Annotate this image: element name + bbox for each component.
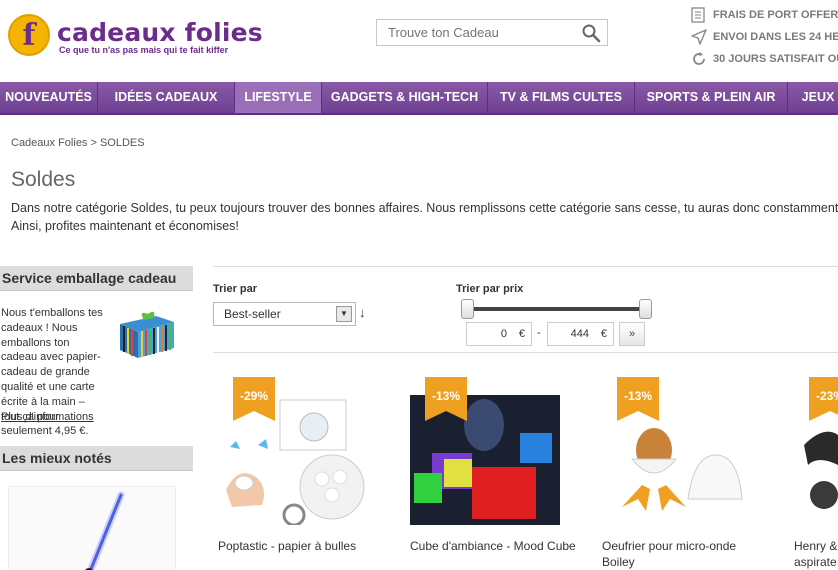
search-box xyxy=(376,19,608,46)
nav-item-nouveautes[interactable]: NOUVEAUTÉS xyxy=(0,82,98,113)
send-icon xyxy=(691,29,707,45)
intro-line-1: Dans notre catégorie Soldes, tu peux tou… xyxy=(11,201,838,215)
top-rated-heading: Les mieux notés xyxy=(0,446,193,471)
product-name[interactable]: Henry & aspirate xyxy=(794,538,838,570)
document-icon xyxy=(691,7,705,23)
discount-badge: -13% xyxy=(425,377,467,421)
product-name[interactable]: Poptastic - papier à bulles xyxy=(218,538,388,554)
logo-letter: f xyxy=(22,18,36,53)
price-min-field[interactable]: 0 € xyxy=(466,322,532,346)
price-range-dash: - xyxy=(537,327,541,339)
nav-item-tv-films[interactable]: TV & FILMS CULTES xyxy=(488,82,635,113)
gift-wrap-heading: Service emballage cadeau xyxy=(0,266,193,291)
chevron-down-icon: ▼ xyxy=(336,306,352,322)
search-icon[interactable] xyxy=(581,23,601,43)
logo-tagline: Ce que tu n'as pas mais qui te fait kiff… xyxy=(59,45,229,55)
sort-select[interactable]: Best-seller ▼ xyxy=(213,302,356,326)
intro-line-2: Ainsi, profites maintenant et économises… xyxy=(11,219,239,233)
product-image xyxy=(226,399,365,525)
lightsaber-image xyxy=(85,491,125,570)
gift-wrap-more-info-link[interactable]: Plus d'informations xyxy=(1,411,94,423)
gift-box-image xyxy=(120,311,174,358)
product-name[interactable]: Cube d'ambiance - Mood Cube xyxy=(410,538,580,554)
currency-symbol: € xyxy=(518,328,525,340)
site-header: f cadeaux folies Ce que tu n'as pas mais… xyxy=(0,0,838,82)
price-sort-label: Trier par prix xyxy=(456,283,524,295)
main-nav: NOUVEAUTÉS IDÉES CADEAUX LIFESTYLE GADGE… xyxy=(0,82,838,115)
logo-text[interactable]: cadeaux folies xyxy=(57,18,263,47)
product-card[interactable]: -29% Poptastic - papier à bulles xyxy=(218,375,398,570)
nav-item-jeux[interactable]: JEUX xyxy=(788,82,838,113)
page-title: Soldes xyxy=(11,168,76,191)
nav-item-idees-cadeaux[interactable]: IDÉES CADEAUX xyxy=(98,82,235,113)
filter-divider-bottom xyxy=(213,352,838,353)
sort-select-value: Best-seller xyxy=(224,307,281,321)
top-rated-product-image[interactable] xyxy=(8,486,176,570)
price-max-value: 444 xyxy=(570,328,589,340)
product-name[interactable]: Oeufrier pour micro-onde Boiley xyxy=(602,538,772,570)
price-min-value: 0 xyxy=(500,328,507,340)
discount-value: -13% xyxy=(431,389,460,403)
category-intro: Dans notre catégorie Soldes, tu peux tou… xyxy=(11,199,838,235)
breadcrumb[interactable]: Cadeaux Folies > SOLDES xyxy=(11,137,145,149)
search-input[interactable] xyxy=(377,20,573,45)
nav-item-lifestyle[interactable]: LIFESTYLE xyxy=(235,82,322,113)
filter-divider-top xyxy=(213,266,838,267)
product-card[interactable]: -13% Cube d'ambiance - Mood Cube xyxy=(410,375,590,570)
price-slider-min-handle[interactable] xyxy=(461,299,474,319)
sort-direction-toggle[interactable]: ↓ xyxy=(359,305,366,320)
price-slider-max-handle[interactable] xyxy=(639,299,652,319)
price-max-field[interactable]: 444 € xyxy=(547,322,614,346)
price-slider-track[interactable] xyxy=(466,307,647,311)
usp-label: ENVOI DANS LES 24 HEU xyxy=(713,31,838,43)
usp-label: 30 JOURS SATISFAIT OU xyxy=(713,53,838,65)
product-image xyxy=(622,428,743,511)
product-image xyxy=(804,431,838,509)
nav-item-gadgets[interactable]: GADGETS & HIGH-TECH xyxy=(322,82,488,113)
price-apply-button[interactable]: » xyxy=(619,322,645,346)
logo-mark[interactable]: f xyxy=(8,14,50,56)
usp-label: FRAIS DE PORT OFFERTS xyxy=(713,9,838,21)
product-card[interactable]: -23% Henry & aspirate xyxy=(794,375,838,570)
nav-item-sports[interactable]: SPORTS & PLEIN AIR xyxy=(635,82,788,113)
currency-symbol: € xyxy=(600,328,607,340)
product-card[interactable]: -13% Oeufrier pour micro-onde Boiley xyxy=(602,375,782,570)
sort-label: Trier par xyxy=(213,283,258,295)
refresh-icon xyxy=(693,52,705,65)
